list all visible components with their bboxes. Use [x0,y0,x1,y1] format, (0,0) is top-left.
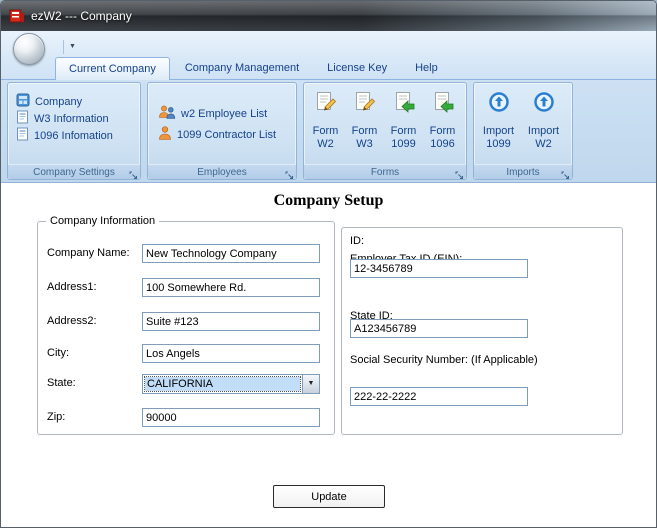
state-selected-value: CALIFORNIA [144,376,301,392]
import-1099-button[interactable]: Import 1099 [476,85,521,166]
ribbon-item-w2-employee-list[interactable]: w2 Employee List [148,103,296,124]
form-w3-button[interactable]: Form W3 [345,85,384,166]
ribbon-item-label: 1099 Contractor List [177,128,277,141]
dialog-launcher-icon[interactable] [285,167,294,179]
group-caption-imports: Imports [474,164,572,179]
state-id-field[interactable] [350,319,528,338]
ribbon-item-label: W3 Information [34,112,109,125]
city-field[interactable] [142,344,320,363]
group-caption-forms: Forms [304,164,466,179]
page-title: Company Setup [273,192,384,209]
id-groupbox: ID: Employer Tax ID (EIN): State ID: Soc… [341,227,623,435]
ribbon-group-employees: w2 Employee List 1099 Contractor List Em… [147,82,297,180]
form-w2-button[interactable]: Form W2 [306,85,345,166]
groupbox-legend: Company Information [46,215,160,227]
dialog-launcher-icon[interactable] [561,167,570,179]
bigbtn-label: Form [390,125,417,137]
zip-field[interactable] [142,408,320,427]
form-w3-icon [353,91,377,115]
ribbon-group-forms: Form W2 Form W3 Form 1099 Form 1096 Form… [303,82,467,180]
form-1099-button[interactable]: Form 1099 [384,85,423,166]
ribbon-group-imports: Import 1099 Import W2 Imports [473,82,573,180]
id-section-title: ID: [350,235,365,247]
bigbtn-label: Form [429,125,456,137]
dialog-launcher-icon[interactable] [455,167,464,179]
ein-field[interactable] [350,259,528,278]
bigbtn-label: 1099 [391,138,416,150]
address1-label: Address1: [47,281,97,293]
bigbtn-label: 1096 [430,138,455,150]
ribbon-item-1096-infomation[interactable]: 1096 Infomation [8,127,140,144]
tab-current-company[interactable]: Current Company [55,57,170,80]
tab-license-key[interactable]: License Key [314,57,400,79]
bigbtn-label: W3 [356,138,373,150]
w3-information-icon [16,110,29,127]
info-1096-icon [16,127,29,144]
ribbon-tabs: Current Company Company Management Licen… [55,57,451,80]
group-caption-company-settings: Company Settings [8,164,140,179]
company-information-groupbox: Company Information Company Name: Addres… [37,215,335,435]
bigbtn-label: Import [527,125,560,137]
address2-label: Address2: [47,315,97,327]
address2-field[interactable] [142,312,320,331]
ribbon-item-company[interactable]: Company [8,93,140,110]
qat-dropdown-icon[interactable]: ▼ [63,40,77,54]
dialog-launcher-icon[interactable] [129,167,138,179]
city-label: City: [47,347,69,359]
form-1096-icon [431,91,455,115]
ribbon-item-label: Company [35,95,83,108]
group-caption-employees: Employees [148,164,296,179]
title-bar[interactable]: ezW2 --- Company [1,1,656,31]
bigbtn-label: Form [351,125,378,137]
state-dropdown-arrow-icon[interactable]: ▼ [302,375,319,393]
import-w2-icon [533,91,555,115]
update-button[interactable]: Update [273,485,385,508]
application-menu-orb[interactable] [13,33,45,65]
bigbtn-label: Form [312,125,339,137]
state-dropdown[interactable]: CALIFORNIA ▼ [142,374,320,394]
import-1099-icon [488,91,510,115]
app-window: ezW2 --- Company ▼ Current Company Compa… [0,0,657,528]
employees-icon [158,104,176,123]
ssn-field[interactable] [350,387,528,406]
company-name-field[interactable] [142,244,320,263]
main-content: Company Setup Company Information Compan… [1,184,656,527]
form-w2-icon [314,91,338,115]
ribbon-body: Company W3 Information 1096 Infomation C… [1,79,656,183]
tab-help[interactable]: Help [402,57,451,79]
window-title: ezW2 --- Company [31,9,132,23]
tab-company-management[interactable]: Company Management [172,57,312,79]
bigbtn-label: Import [482,125,515,137]
ribbon-item-1099-contractor-list[interactable]: 1099 Contractor List [148,124,296,145]
app-icon [9,8,25,24]
bigbtn-label: W2 [535,138,552,150]
ribbon-chrome: ▼ Current Company Company Management Lic… [1,31,656,80]
company-icon [16,93,30,110]
ribbon-group-company-settings: Company W3 Information 1096 Infomation C… [7,82,141,180]
bigbtn-label: 1099 [486,138,511,150]
company-name-label: Company Name: [47,247,130,259]
contractor-icon [158,125,172,144]
state-label: State: [47,377,76,389]
ribbon-item-w3-information[interactable]: W3 Information [8,110,140,127]
zip-label: Zip: [47,411,66,423]
ribbon-item-label: 1096 Infomation [34,129,113,142]
form-1096-button[interactable]: Form 1096 [423,85,462,166]
address1-field[interactable] [142,278,320,297]
bigbtn-label: W2 [317,138,334,150]
form-1099-icon [392,91,416,115]
import-w2-button[interactable]: Import W2 [521,85,566,166]
ribbon-item-label: w2 Employee List [181,107,268,120]
